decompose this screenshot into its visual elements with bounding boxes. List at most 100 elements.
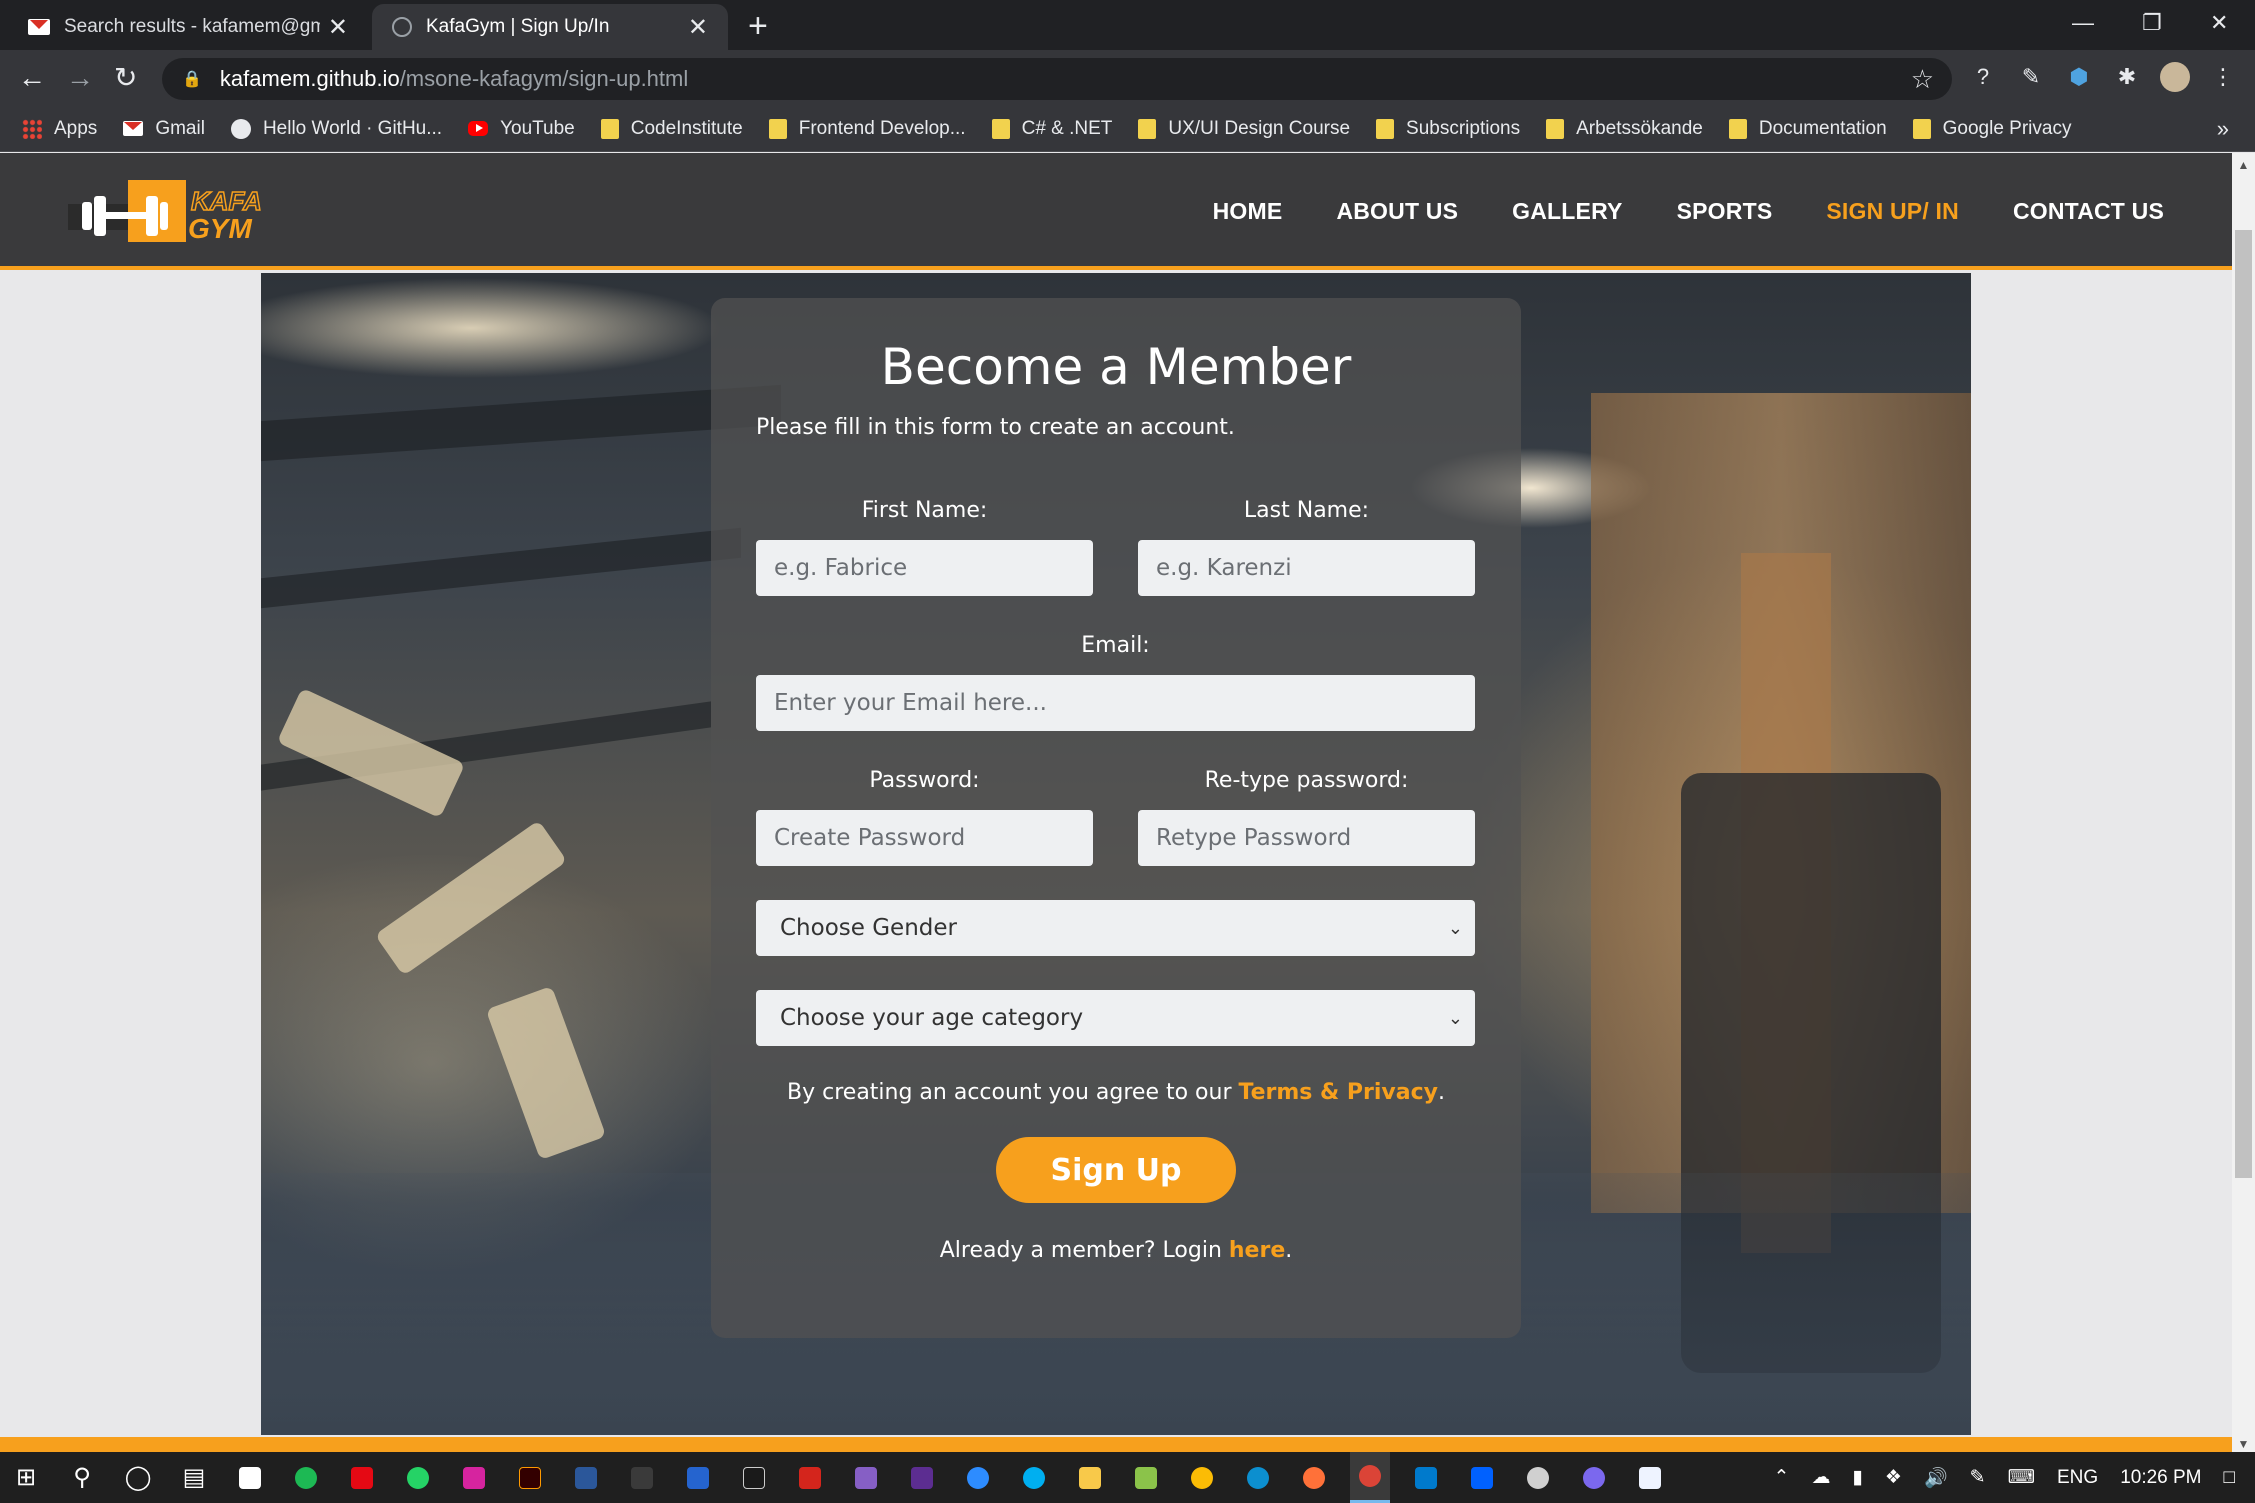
sign-up-button[interactable]: Sign Up [996,1137,1236,1203]
notepad-icon[interactable] [1126,1452,1166,1503]
nav-home[interactable]: HOME [1213,198,1283,225]
nav-sign-up-in[interactable]: SIGN UP/ IN [1826,198,1959,225]
age-category-select[interactable]: Choose your age category ⌄ [756,990,1475,1046]
illustrator-icon[interactable] [510,1452,550,1503]
retype-password-input[interactable] [1138,810,1475,866]
last-name-input[interactable] [1138,540,1475,596]
extensions-puzzle-icon[interactable]: ✱ [2112,62,2142,92]
gmail-icon [28,19,50,35]
menu-kebab-icon[interactable]: ⋮ [2208,62,2238,92]
word-icon[interactable] [566,1452,606,1503]
chevron-down-icon: ⌄ [1447,917,1463,939]
scrollbar-thumb[interactable] [2235,230,2252,1178]
windows-start-icon[interactable]: ⊞ [6,1452,46,1503]
help-extension-icon[interactable]: ? [1968,62,1998,92]
app-cloud-icon[interactable] [1518,1452,1558,1503]
login-here-link[interactable]: here [1229,1238,1285,1263]
system-tray: ⌃ ☁ ▮ ❖ 🔊 ✎ ⌨ ENG 10:26 PM □ [1752,1452,2235,1503]
forward-button[interactable]: → [66,60,94,96]
tab-gmail-search[interactable]: Search results - kafamem@gmail ✕ [8,4,368,50]
first-name-input[interactable] [756,540,1093,596]
visual-studio-icon[interactable] [846,1452,886,1503]
cortana-icon[interactable]: ◯ [118,1452,158,1503]
close-icon[interactable]: ✕ [688,13,708,42]
instagram-icon[interactable] [454,1452,494,1503]
edge-icon[interactable] [1238,1452,1278,1503]
bookmark-codeinstitute[interactable]: CodeInstitute [600,118,743,140]
bookmarks-overflow-button[interactable]: » [2217,116,2229,142]
gender-select[interactable]: Choose Gender ⌄ [756,900,1475,956]
bookmark-google-privacy[interactable]: Google Privacy [1912,118,2071,140]
bridge-icon[interactable] [734,1452,774,1503]
netflix-icon[interactable] [342,1452,382,1503]
bookmark-frontend[interactable]: Frontend Develop... [768,118,966,140]
calculator-icon[interactable] [622,1452,662,1503]
file-explorer-icon[interactable] [1070,1452,1110,1503]
dropbox-icon[interactable] [1462,1452,1502,1503]
spotify-icon[interactable] [286,1452,326,1503]
todo-icon[interactable] [678,1452,718,1503]
new-tab-button[interactable]: + [748,6,768,46]
profile-avatar[interactable] [2160,62,2190,92]
search-icon[interactable]: ⚲ [62,1452,102,1503]
clock[interactable]: 10:26 PM [2120,1467,2201,1489]
minimize-icon[interactable]: — [2072,6,2094,40]
app-icon[interactable] [902,1452,942,1503]
email-input[interactable] [756,675,1475,731]
tab-kafagym-signup[interactable]: KafaGym | Sign Up/In ✕ [372,4,728,50]
battery-icon[interactable]: ▮ [1852,1466,1862,1489]
back-button[interactable]: ← [18,60,46,96]
bookmark-documentation[interactable]: Documentation [1728,118,1887,140]
bookmark-youtube[interactable]: YouTube [468,118,575,140]
bookmark-arbetssokande[interactable]: Arbetssökande [1546,118,1703,140]
acrobat-icon[interactable] [790,1452,830,1503]
vscode-icon[interactable] [1406,1452,1446,1503]
bookmark-star-icon[interactable]: ☆ [1911,64,1934,95]
hexagon-extension-icon[interactable]: ⬢ [2064,62,2094,92]
address-bar[interactable]: 🔒 kafamem.github.io/msone-kafagym/sign-u… [162,58,1952,100]
bookmark-github[interactable]: Hello World · GitHu... [230,117,443,140]
xd-icon[interactable] [1630,1452,1670,1503]
nav-gallery[interactable]: GALLERY [1512,198,1622,225]
zoom-icon[interactable] [958,1452,998,1503]
app-purple-icon[interactable] [1574,1452,1614,1503]
pen-icon[interactable]: ✎ [1970,1466,1986,1489]
keyboard-icon[interactable]: ⌨ [2008,1466,2035,1489]
chrome-icon[interactable] [1350,1452,1390,1503]
whatsapp-icon[interactable] [398,1452,438,1503]
firefox-icon[interactable] [1294,1452,1334,1503]
language-indicator[interactable]: ENG [2057,1467,2098,1489]
retype-password-label: Re-type password: [1204,768,1409,793]
password-input[interactable] [756,810,1093,866]
close-icon[interactable]: ✕ [328,13,348,42]
bookmark-label: Hello World · GitHu... [262,117,443,139]
ceiling-beam [261,384,781,462]
onedrive-icon[interactable]: ☁ [1811,1466,1830,1489]
volume-icon[interactable]: 🔊 [1924,1466,1948,1490]
bookmark-label: UX/UI Design Course [1168,117,1351,139]
ceiling-beam [261,527,741,609]
skype-icon[interactable] [1014,1452,1054,1503]
bookmark-uxui[interactable]: UX/UI Design Course [1138,118,1350,140]
restore-icon[interactable]: ❐ [2142,6,2162,40]
nav-contact-us[interactable]: CONTACT US [2013,198,2164,225]
pen-extension-icon[interactable]: ✎ [2016,62,2046,92]
bookmark-subscriptions[interactable]: Subscriptions [1376,118,1520,140]
chrome-alt-icon[interactable] [1182,1452,1222,1503]
reload-button[interactable]: ↻ [114,60,137,96]
terms-privacy-link[interactable]: Terms & Privacy [1239,1080,1438,1105]
store-icon[interactable] [230,1452,270,1503]
bookmark-csharp[interactable]: C# & .NET [991,118,1112,140]
bookmark-apps[interactable]: Apps [22,118,97,140]
wifi-icon[interactable]: ❖ [1885,1466,1902,1489]
window-close-icon[interactable]: ✕ [2210,6,2228,40]
scroll-up-arrow-icon[interactable]: ▲ [2232,158,2255,172]
task-view-icon[interactable]: ▤ [174,1452,214,1503]
bookmark-gmail[interactable]: Gmail [123,118,205,140]
tray-chevron-up-icon[interactable]: ⌃ [1774,1466,1790,1489]
notifications-icon[interactable]: □ [2224,1467,2235,1489]
scroll-down-arrow-icon[interactable]: ▼ [2232,1437,2255,1451]
kafagym-logo[interactable]: KAFA GYM [68,176,283,252]
nav-sports[interactable]: SPORTS [1677,198,1773,225]
nav-about-us[interactable]: ABOUT US [1336,198,1458,225]
